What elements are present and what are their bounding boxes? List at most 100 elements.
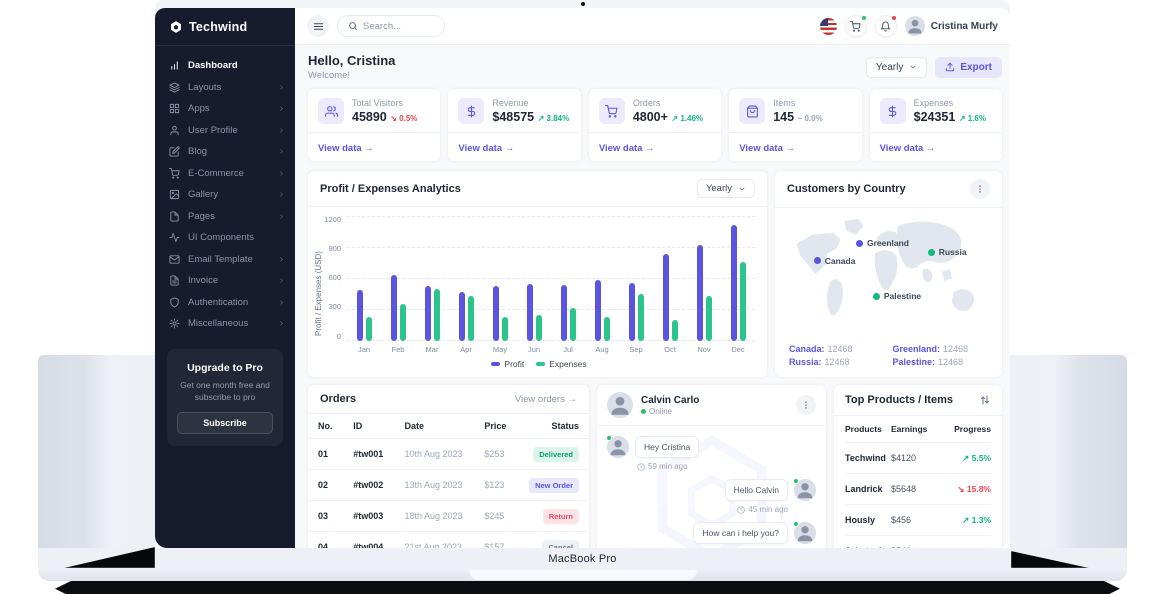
subscribe-button[interactable]: Subscribe [177,412,273,434]
order-price: $123 [474,470,517,501]
product-earnings: $4120 [891,444,943,474]
analytics-chart-card: Profit / Expenses Analytics Yearly Profi… [308,171,767,377]
products-column-header: Earnings [891,416,943,443]
orders-table: No.IDDatePriceStatus 01 #tw001 10th Aug … [308,414,589,548]
chat-menu-button[interactable] [796,395,816,415]
stat-value: 4800+ ↗ 1.46% [633,110,703,124]
sidebar-item-label: Blog [188,146,207,157]
hamburger-menu-button[interactable] [307,15,329,37]
stat-label: Expenses [914,98,986,108]
bell-icon [880,21,891,32]
sidebar-item-apps[interactable]: Apps [155,98,295,120]
chevron-right-icon [278,320,285,327]
bar-group [493,217,508,341]
bar-profit [391,275,397,341]
view-data-link[interactable]: View data → [318,143,374,154]
map-stat: Canada:12468 [789,344,885,354]
search-input[interactable] [363,21,434,32]
edit-icon [169,146,180,157]
chart-period-select[interactable]: Yearly [697,179,755,198]
laptop-screen: Techwind Dashboard Layouts Apps User Pro… [155,0,1010,548]
order-id: #tw003 [343,501,394,532]
bar-group [731,217,746,341]
map-stat: Palestine:12468 [893,357,989,367]
user-menu[interactable]: Cristina Murfy [905,16,998,36]
table-row: 01 #tw001 10th Aug 2023 $253 Delivered [308,439,589,470]
top-products-card: Top Products / Items ProductsEarningsPro… [834,385,1002,548]
brand[interactable]: Techwind [155,8,295,46]
map-menu-button[interactable] [970,179,990,199]
search-box[interactable] [337,15,445,37]
sidebar-item-e-commerce[interactable]: E-Commerce [155,163,295,185]
map-stats: Canada:12468Greenland:12468Russia:12468P… [775,338,1002,377]
products-column-header: Products [845,416,891,443]
order-no: 04 [308,532,343,549]
customers-map-card: Customers by Country [775,171,1002,377]
chart-y-ticks: 12009006003000 [323,217,347,341]
bar-profit [357,290,363,341]
sidebar-item-dashboard[interactable]: Dashboard [155,55,295,77]
view-data-link[interactable]: View data → [599,143,655,154]
order-no: 03 [308,501,343,532]
x-tick: Nov [687,345,721,354]
sidebar: Techwind Dashboard Layouts Apps User Pro… [155,8,295,548]
product-name: Hously [845,506,891,536]
sidebar-item-blog[interactable]: Blog [155,141,295,163]
message-time: 59 min ago [635,462,699,471]
bar-profit [697,245,703,341]
notifications-button[interactable] [875,15,897,37]
grid-icon [169,103,180,114]
x-tick: Dec [721,345,755,354]
brand-name: Techwind [189,20,247,34]
sort-icon[interactable] [979,394,991,406]
sidebar-item-email-template[interactable]: Email Template [155,249,295,271]
language-flag-button[interactable] [820,18,837,35]
avatar [794,479,816,501]
order-id: #tw001 [343,439,394,470]
camera-dot [581,2,585,6]
sidebar-item-ui-components[interactable]: UI Components [155,227,295,249]
bar-expenses [502,317,508,341]
stat-change: ~ 0.0% [798,114,823,123]
user-icon [169,125,180,136]
export-button[interactable]: Export [935,57,1002,78]
order-date: 10th Aug 2023 [395,439,475,470]
sidebar-item-label: User Profile [188,125,238,136]
world-map-graphic [783,212,994,338]
cart-button[interactable] [845,15,867,37]
bar-group [595,217,610,341]
x-tick: Mar [415,345,449,354]
period-select[interactable]: Yearly [866,57,927,78]
sidebar-item-gallery[interactable]: Gallery [155,184,295,206]
bar-group [527,217,542,341]
upgrade-text: Get one month free and subscribe to pro [177,379,273,404]
sidebar-item-miscellaneous[interactable]: Miscellaneous [155,313,295,335]
stats-row: Total Visitors 45890 ↘ 0.5% View data → … [308,89,1002,161]
sidebar-item-layouts[interactable]: Layouts [155,77,295,99]
sidebar-item-pages[interactable]: Pages [155,206,295,228]
sidebar-item-label: Authentication [188,297,248,308]
chevron-right-icon [278,148,285,155]
product-name: Jobstack [845,537,891,549]
gridline [347,340,755,341]
map-stat: Russia:12468 [789,357,885,367]
sidebar-item-authentication[interactable]: Authentication [155,292,295,314]
user-avatar [905,16,925,36]
stat-label: Revenue [492,98,569,108]
sidebar-item-user-profile[interactable]: User Profile [155,120,295,142]
export-label: Export [960,62,992,73]
stat-card: Orders 4800+ ↗ 1.46% View data → [589,89,721,161]
order-price: $157 [474,532,517,549]
view-data-link[interactable]: View data → [880,143,936,154]
shopping-bag-icon [739,98,765,124]
sidebar-item-invoice[interactable]: Invoice [155,270,295,292]
y-tick: 1200 [324,216,341,224]
view-data-link[interactable]: View data → [458,143,514,154]
sidebar-item-label: Miscellaneous [188,318,248,329]
view-data-link[interactable]: View data → [739,143,795,154]
message-time: 45 min ago [735,505,788,514]
chat-message: How can i help you? 44 min ago [607,522,816,548]
view-orders-link[interactable]: View orders → [515,394,577,405]
bar-group [629,217,644,341]
x-tick: Jan [347,345,381,354]
